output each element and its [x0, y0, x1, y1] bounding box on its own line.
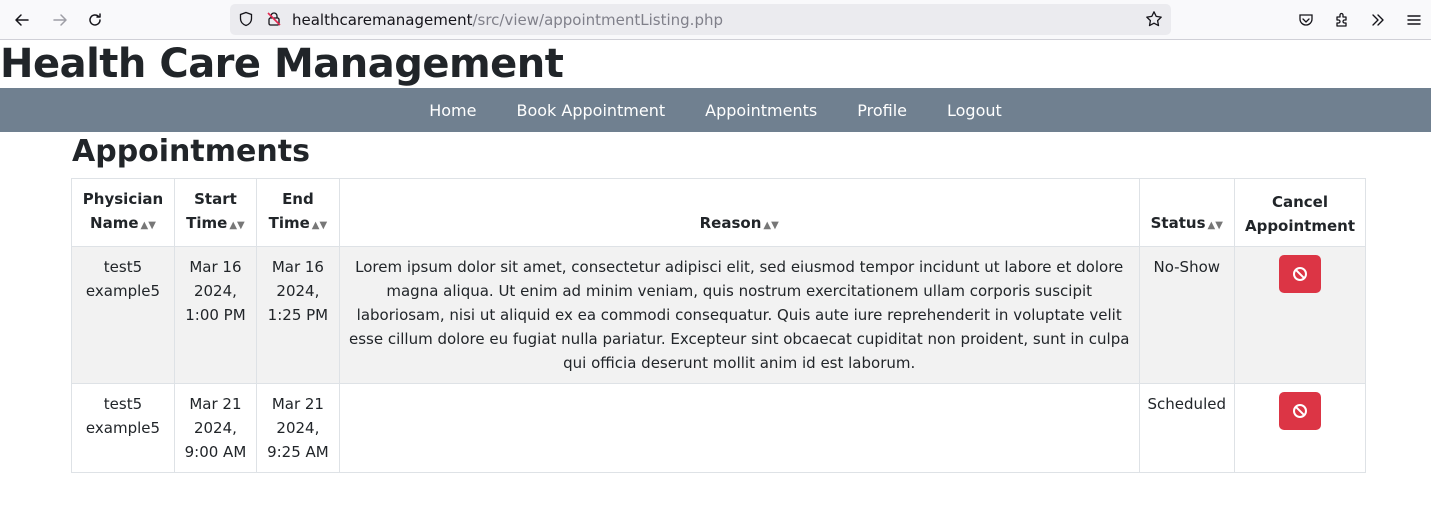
header-label: Physician	[82, 190, 164, 208]
browser-toolbar: healthcaremanagement/src/view/appointmen…	[0, 0, 1431, 40]
end-time-cell: Mar 21 2024, 9:25 AM	[255, 383, 340, 473]
nav-home[interactable]: Home	[409, 101, 496, 120]
end-time-cell: Mar 16 2024, 1:25 PM	[255, 246, 340, 384]
header-label: Time	[268, 214, 310, 232]
table-row: test5 example5 Mar 21 2024, 9:00 AM Mar …	[71, 383, 1367, 473]
header-label: Start	[194, 190, 237, 208]
header-label: Status	[1150, 214, 1206, 232]
forward-arrow-icon[interactable]	[48, 8, 72, 32]
start-year: 2024,	[193, 419, 237, 437]
status-cell: Scheduled	[1138, 383, 1235, 473]
table-row: test5 example5 Mar 16 2024, 1:00 PM Mar …	[71, 246, 1367, 384]
header-reason[interactable]: Reason ▲▼	[338, 178, 1140, 247]
cancel-cell	[1233, 246, 1367, 384]
physician-last: example5	[85, 282, 161, 300]
chevrons-right-icon[interactable]	[1366, 8, 1390, 32]
status-cell: No-Show	[1138, 246, 1235, 384]
site-title: Health Care Management	[0, 41, 564, 87]
start-time: 9:00 AM	[184, 443, 247, 461]
star-icon[interactable]	[1145, 10, 1163, 32]
header-label: Name	[90, 214, 139, 232]
sort-icon[interactable]: ▲▼	[229, 220, 244, 231]
url-host: healthcaremanagement	[292, 11, 473, 29]
shield-icon[interactable]	[238, 11, 254, 31]
url-bar[interactable]: healthcaremanagement/src/view/appointmen…	[230, 4, 1171, 35]
end-time: 9:25 AM	[267, 443, 329, 461]
header-cancel-appointment: Cancel Appointment	[1233, 178, 1367, 247]
start-time-cell: Mar 16 2024, 1:00 PM	[173, 246, 257, 384]
page-title: Appointments	[72, 134, 310, 169]
main-navbar: Home Book Appointment Appointments Profi…	[0, 88, 1431, 132]
header-label: End	[282, 190, 314, 208]
sort-icon[interactable]: ▲▼	[312, 220, 327, 231]
header-label: Cancel	[1271, 193, 1328, 211]
start-date: Mar 21	[189, 395, 242, 413]
cancel-appointment-button[interactable]	[1278, 392, 1321, 430]
sort-icon[interactable]: ▲▼	[1208, 220, 1223, 231]
reason-cell: Lorem ipsum dolor sit amet, consectetur …	[338, 246, 1140, 384]
header-end-time[interactable]: End Time ▲▼	[255, 178, 340, 247]
header-label: Reason	[699, 214, 762, 232]
start-year: 2024,	[193, 282, 237, 300]
physician-first: test5	[103, 258, 143, 276]
ban-icon	[1292, 267, 1307, 281]
sort-icon[interactable]: ▲▼	[763, 220, 778, 231]
header-label: Appointment	[1244, 217, 1356, 235]
physician-cell: test5 example5	[71, 246, 175, 384]
header-status[interactable]: Status ▲▼	[1138, 178, 1235, 247]
header-physician-name[interactable]: Physician Name ▲▼	[71, 178, 175, 247]
start-time: 1:00 PM	[185, 306, 246, 324]
header-start-time[interactable]: Start Time ▲▼	[173, 178, 257, 247]
start-date: Mar 16	[189, 258, 242, 276]
sort-icon[interactable]: ▲▼	[141, 220, 156, 231]
nav-appointments[interactable]: Appointments	[685, 101, 837, 120]
nav-profile[interactable]: Profile	[837, 101, 927, 120]
hamburger-menu-icon[interactable]	[1402, 8, 1426, 32]
end-date: Mar 16	[271, 258, 324, 276]
nav-book-appointment[interactable]: Book Appointment	[496, 101, 685, 120]
end-year: 2024,	[276, 282, 320, 300]
header-label: Time	[186, 214, 228, 232]
physician-cell: test5 example5	[71, 383, 175, 473]
ban-icon	[1292, 404, 1307, 418]
back-arrow-icon[interactable]	[10, 8, 34, 32]
physician-last: example5	[85, 419, 161, 437]
reload-icon[interactable]	[83, 8, 107, 32]
end-date: Mar 21	[271, 395, 324, 413]
table-header-row: Physician Name ▲▼ Start Time ▲▼ End Time ▲▼…	[71, 178, 1367, 247]
pocket-icon[interactable]	[1294, 8, 1318, 32]
url-text[interactable]: healthcaremanagement/src/view/appointmen…	[292, 11, 723, 29]
nav-logout[interactable]: Logout	[927, 101, 1022, 120]
end-time: 1:25 PM	[267, 306, 329, 324]
physician-first: test5	[103, 395, 143, 413]
cancel-appointment-button[interactable]	[1278, 255, 1321, 293]
insecure-lock-icon[interactable]	[266, 11, 282, 31]
end-year: 2024,	[276, 419, 320, 437]
start-time-cell: Mar 21 2024, 9:00 AM	[173, 383, 257, 473]
appointments-table: Physician Name ▲▼ Start Time ▲▼ End Time ▲▼…	[71, 178, 1367, 473]
extensions-icon[interactable]	[1330, 8, 1354, 32]
url-path: /src/view/appointmentListing.php	[472, 11, 724, 29]
cancel-cell	[1233, 383, 1367, 473]
reason-cell	[338, 383, 1140, 473]
